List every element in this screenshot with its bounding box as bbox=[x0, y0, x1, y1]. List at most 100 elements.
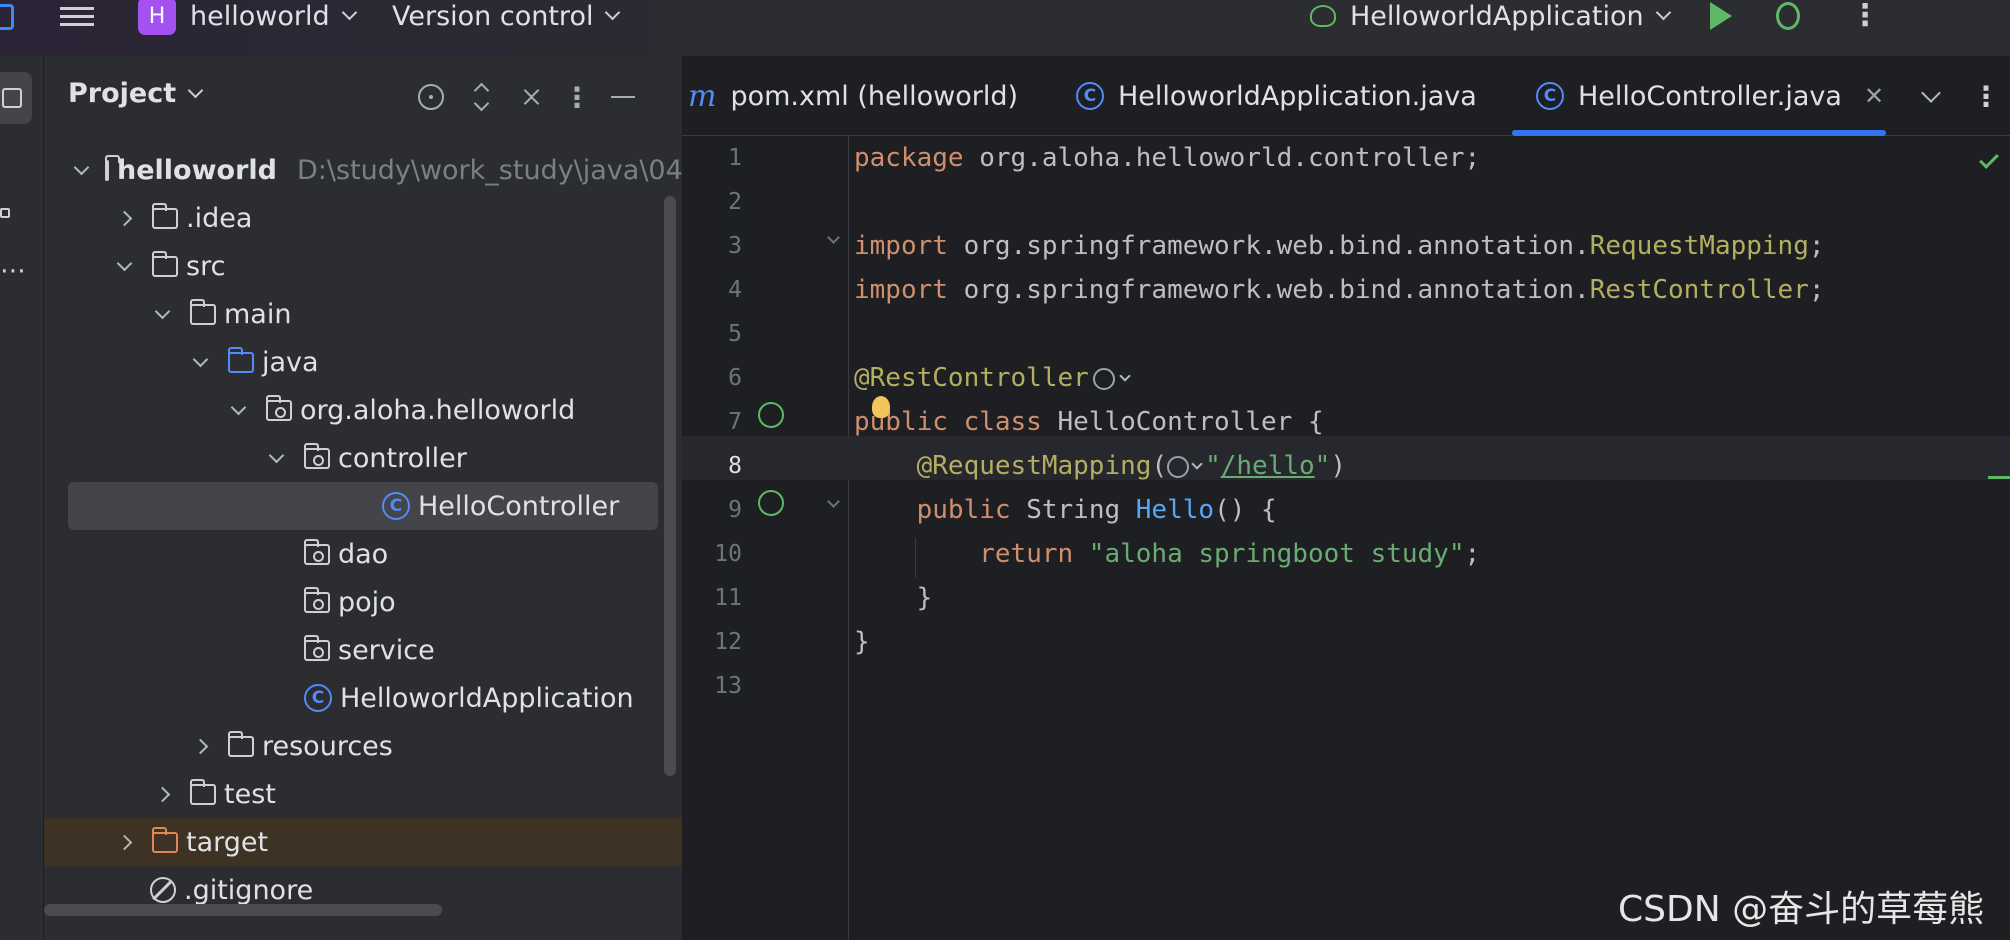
minimize-icon[interactable] bbox=[606, 80, 640, 114]
tree-row-src[interactable]: src bbox=[44, 242, 666, 290]
tree-row-pojo[interactable]: pojo bbox=[44, 578, 666, 626]
expand-arrow-icon[interactable] bbox=[73, 159, 90, 180]
tab-hellocontroller[interactable]: C HelloController.java ✕ bbox=[1512, 56, 1886, 136]
tab-helloworldapplication[interactable]: C HelloworldApplication.java bbox=[1076, 56, 1477, 136]
tab-pom-xml[interactable]: m pom.xml (helloworld) bbox=[688, 56, 1018, 136]
project-tool-button[interactable] bbox=[0, 72, 32, 124]
locate-icon[interactable] bbox=[414, 80, 448, 114]
tree-row-main[interactable]: main bbox=[44, 290, 666, 338]
string: " bbox=[1205, 451, 1221, 481]
source-folder-icon bbox=[227, 346, 254, 373]
project-badge: H bbox=[138, 0, 176, 35]
globe-inlay-icon[interactable] bbox=[1167, 455, 1190, 478]
bean-gutter-icon[interactable] bbox=[758, 402, 784, 428]
expand-arrow-icon[interactable] bbox=[190, 736, 210, 756]
tree-label: pojo bbox=[338, 586, 396, 618]
code-line-4: import org.springframework.web.bind.anno… bbox=[854, 268, 1825, 312]
options-icon[interactable]: ⋮ bbox=[560, 80, 594, 114]
tree-label: HelloworldApplication bbox=[340, 682, 634, 714]
chevron-down-icon bbox=[341, 4, 357, 21]
tool-window-strip: ⋯ bbox=[0, 56, 44, 940]
app-logo-icon[interactable] bbox=[0, 0, 22, 40]
expand-arrow-icon[interactable] bbox=[152, 784, 172, 804]
tab-list-dropdown[interactable] bbox=[1921, 56, 1941, 136]
expand-arrow-icon[interactable] bbox=[152, 303, 172, 324]
expand-arrow-icon[interactable] bbox=[266, 447, 286, 468]
expand-arrow-icon[interactable] bbox=[114, 832, 134, 852]
tree-row-package[interactable]: org.aloha.helloworld bbox=[44, 386, 666, 434]
tree-label: .idea bbox=[186, 202, 253, 234]
spring-boot-class-icon: C bbox=[1076, 82, 1104, 110]
globe-inlay-icon[interactable] bbox=[1092, 367, 1115, 390]
code-line-1: package org.aloha.helloworld.controller; bbox=[854, 136, 1480, 180]
expand-arrow-icon[interactable] bbox=[114, 255, 134, 276]
endpoint-gutter-icon[interactable] bbox=[758, 490, 784, 516]
horizontal-scrollbar[interactable] bbox=[44, 904, 442, 916]
tree-label: java bbox=[262, 346, 319, 378]
tree-row-dao[interactable]: dao bbox=[44, 530, 666, 578]
project-selector[interactable]: H helloworld bbox=[138, 0, 357, 36]
structure-tool-icon[interactable] bbox=[0, 196, 16, 224]
play-icon bbox=[1710, 2, 1732, 30]
tree-row-helloworldapplication[interactable]: C HelloworldApplication bbox=[44, 674, 666, 722]
tree-row-root[interactable]: helloworld D:\study\work_study\java\04-s bbox=[44, 146, 707, 194]
class-ref: RequestMapping bbox=[1589, 231, 1809, 261]
tree-label: resources bbox=[262, 730, 393, 762]
editor-area: m pom.xml (helloworld) C HelloworldAppli… bbox=[682, 56, 2010, 940]
tree-row-idea[interactable]: .idea bbox=[44, 194, 666, 242]
tree-row-target[interactable]: target bbox=[44, 818, 682, 866]
line-number: 7 bbox=[728, 409, 742, 435]
package-icon bbox=[303, 586, 330, 613]
tree-label: target bbox=[186, 826, 269, 858]
project-panel: Project ⋮ helloworld D:\study\work_study… bbox=[44, 56, 707, 940]
url-path[interactable]: /hello bbox=[1221, 451, 1315, 481]
code-text: ; bbox=[1808, 275, 1825, 305]
tree-row-controller[interactable]: controller bbox=[44, 434, 666, 482]
tree-row-service[interactable]: service bbox=[44, 626, 666, 674]
annotation: @RequestMapping bbox=[916, 451, 1152, 481]
fold-marker-icon[interactable] bbox=[822, 493, 844, 515]
tree-row-hellocontroller[interactable]: C HelloController bbox=[68, 482, 658, 530]
expand-arrow-icon[interactable] bbox=[114, 208, 134, 228]
tree-label: HelloController bbox=[418, 490, 620, 522]
tab-options-button[interactable]: ⋮ bbox=[1972, 56, 2000, 136]
tree-row-java[interactable]: java bbox=[44, 338, 666, 386]
code-line-9: public String Hello() { bbox=[854, 488, 1277, 532]
tree-label: .gitignore bbox=[184, 874, 314, 906]
lightbulb-icon[interactable] bbox=[872, 396, 890, 418]
more-actions-button[interactable]: ⋮ bbox=[1850, 0, 1880, 36]
annotation: @RestController bbox=[854, 363, 1089, 393]
main-menu-icon[interactable] bbox=[60, 0, 100, 36]
code-text: () { bbox=[1214, 495, 1277, 525]
vertical-scrollbar[interactable] bbox=[664, 196, 676, 776]
chevron-down-icon bbox=[1921, 83, 1941, 103]
spring-boot-icon bbox=[1310, 5, 1336, 27]
expand-all-icon[interactable] bbox=[464, 80, 498, 114]
more-tools-icon[interactable]: ⋯ bbox=[0, 256, 26, 286]
fold-marker-icon[interactable] bbox=[822, 229, 844, 251]
tree-row-test[interactable]: test bbox=[44, 770, 666, 818]
tree-label: controller bbox=[338, 442, 467, 474]
code-text: } bbox=[854, 627, 870, 657]
more-vertical-icon: ⋮ bbox=[1972, 79, 2000, 113]
run-button[interactable] bbox=[1710, 0, 1732, 36]
tree-label: dao bbox=[338, 538, 389, 570]
code-line-6: @RestController bbox=[854, 356, 1131, 400]
project-view-selector[interactable]: Project bbox=[68, 78, 204, 109]
close-tab-icon[interactable]: ✕ bbox=[1864, 82, 1884, 110]
expand-arrow-icon[interactable] bbox=[190, 351, 210, 372]
code-text: HelloController { bbox=[1041, 407, 1324, 437]
inspection-ok-icon[interactable] bbox=[1979, 149, 1999, 169]
tab-label: HelloworldApplication.java bbox=[1118, 80, 1477, 112]
debug-button[interactable] bbox=[1776, 0, 1800, 36]
line-number: 9 bbox=[728, 497, 742, 523]
version-control-menu[interactable]: Version control bbox=[392, 0, 621, 36]
chevron-down-icon bbox=[1119, 369, 1131, 382]
expand-arrow-icon[interactable] bbox=[228, 399, 248, 420]
code-text: ; bbox=[1808, 231, 1825, 261]
class-icon: C bbox=[382, 492, 410, 520]
resources-folder-icon bbox=[227, 730, 254, 757]
run-config-selector[interactable]: HelloworldApplication bbox=[1310, 0, 1671, 36]
tree-row-resources[interactable]: resources bbox=[44, 722, 666, 770]
collapse-all-icon[interactable] bbox=[514, 80, 548, 114]
